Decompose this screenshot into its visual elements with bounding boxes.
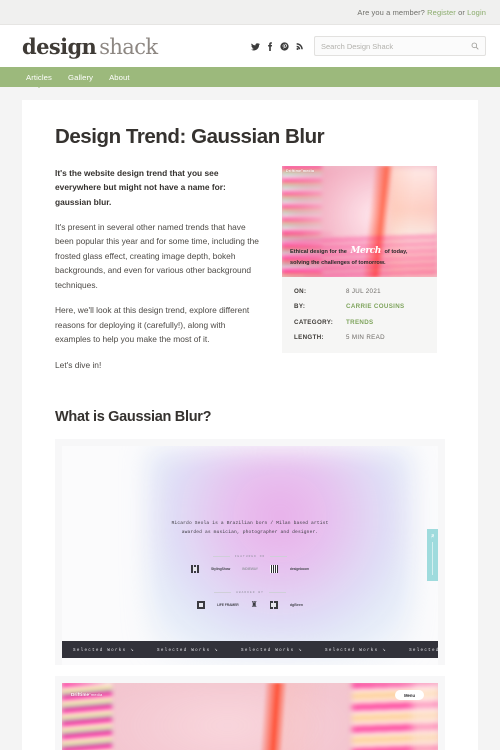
figure-driftime-screenshot: Driftime°media Menu	[55, 676, 445, 750]
masthead: design shack	[0, 25, 500, 67]
driftime-gradient-streak	[62, 683, 438, 750]
article-card: Design Trend: Gaussian Blur It's the web…	[22, 100, 478, 750]
meta-value-length: 5 MIN READ	[346, 334, 385, 342]
nav-item-articles-label: Articles	[26, 72, 53, 82]
meta-key-on: ON:	[294, 287, 307, 295]
figure-seola-side-tab-label: W.	[430, 534, 435, 540]
marquee-item: Selected Works ↘	[409, 648, 438, 653]
meta-value-on: 8 JUL 2021	[346, 287, 381, 295]
nav-item-about[interactable]: About	[109, 73, 130, 82]
figure-seola-headline-line-2: awarded as musician, photographer and de…	[181, 529, 319, 535]
figure-seola-awarded-label-row: AWARDED BY	[214, 591, 286, 594]
meta-row-category: CATEGORY: TRENDS	[294, 319, 425, 326]
marquee-item: Selected Works ↘	[241, 648, 304, 653]
figure-seola-content: Ricardo Seola is a Brazilian born / Mila…	[62, 446, 438, 665]
page-title: Design Trend: Gaussian Blur	[55, 125, 325, 148]
meta-row-by: BY: CARRIE COUSINS	[294, 303, 425, 310]
article-paragraph-3: Let's dive in!	[55, 359, 102, 370]
barcode-logo-icon	[269, 565, 278, 573]
figure-seola-canvas: Ricardo Seola is a Brazilian born / Mila…	[62, 446, 438, 666]
meta-value-author[interactable]: CARRIE COUSINS	[346, 303, 405, 310]
search-input[interactable]	[321, 41, 471, 51]
figure-seola-headline: Ricardo Seola is a Brazilian born / Mila…	[172, 520, 329, 537]
meta-key-length: LENGTH:	[294, 334, 324, 342]
article-paragraph-2: Here, we'll look at this design trend, e…	[55, 305, 250, 345]
membership-prompt: Are you a member? Register or Login	[357, 8, 486, 17]
meta-key-category: CATEGORY:	[294, 318, 334, 326]
site-logo-word-2: shack	[99, 34, 158, 59]
figure-seola-screenshot: Ricardo Seola is a Brazilian born / Mila…	[55, 439, 445, 666]
driftime-menu-button[interactable]: Menu	[395, 690, 424, 701]
site-logo[interactable]: design shack	[22, 34, 158, 59]
twitter-icon[interactable]	[251, 42, 260, 51]
rule-left-featured	[212, 556, 230, 557]
figure-seola-headline-line-1: Ricardo Seola is a Brazilian born / Mila…	[171, 521, 329, 527]
primary-nav: Articles Gallery About	[0, 67, 500, 87]
utility-bar: Are you a member? Register or Login	[0, 0, 500, 25]
feature-caption-part-2: of today,	[384, 249, 408, 255]
feature-caption-part-1: Ethical design for the	[290, 249, 347, 255]
or-separator: or	[458, 7, 465, 17]
rule-right-featured	[270, 556, 288, 557]
site-logo-word-1: design	[22, 33, 97, 59]
rule-right-awarded	[268, 592, 286, 593]
meta-row-length: LENGTH: 5 MIN READ	[294, 334, 425, 341]
driftime-brand-logo: Driftime°media	[71, 692, 102, 697]
designboom-logo: designboom	[289, 567, 310, 571]
grid-award-logo-icon	[269, 601, 278, 609]
marquee-item: Selected Works ↘	[157, 648, 220, 653]
figure-seola-awarded-logos: LIFE FRAMER ♜ dgBeen	[196, 600, 304, 609]
bird-statue-logo-icon: ♜	[250, 600, 258, 609]
driftime-brand-sub: °media	[89, 692, 103, 698]
search-box[interactable]	[314, 36, 486, 56]
indieway-logo: INDIEWAY	[242, 567, 258, 571]
figure-seola-marquee: Selected Works ↘ Selected Works ↘ Select…	[62, 641, 438, 659]
dgbeen-logo: dgBeen	[289, 603, 304, 607]
nav-item-gallery[interactable]: Gallery	[68, 73, 93, 82]
nav-item-gallery-label: Gallery	[68, 72, 94, 82]
figure-seola-featured-logos: StylingShow INDIEWAY designboom	[190, 565, 310, 573]
square-frame-logo-icon	[196, 601, 205, 609]
page-wrapper: Design Trend: Gaussian Blur It's the web…	[0, 87, 500, 750]
meta-row-on: ON: 8 JUL 2021	[294, 288, 425, 295]
figure-seola-side-tab-bar	[431, 542, 434, 576]
membership-label: Are you a member?	[357, 7, 425, 17]
feature-caption-line-2: solving the challenges of tomorrow.	[290, 259, 386, 266]
article-paragraph-1: It's present in several other named tren…	[55, 221, 259, 290]
article-sidebar: Driftime°media Ethical design for the Me…	[282, 165, 437, 354]
rule-left-awarded	[214, 592, 232, 593]
nav-item-articles[interactable]: Articles	[26, 73, 52, 82]
meta-value-category[interactable]: TRENDS	[346, 319, 374, 326]
marquee-item: Selected Works ↘	[73, 648, 136, 653]
figure-seola-awarded-label: AWARDED BY	[236, 591, 264, 594]
grid-logo-icon	[190, 565, 199, 573]
marquee-item: Selected Works ↘	[325, 648, 388, 653]
article-lede: It's the website design trend that you s…	[55, 167, 226, 207]
figure-driftime-canvas: Driftime°media Menu	[62, 683, 438, 750]
article-body: It's the website design trend that you s…	[55, 166, 262, 383]
feature-image-brand: Driftime°media	[286, 168, 315, 173]
figure-seola-featured-label-row: FEATURED ON	[212, 555, 288, 558]
login-link[interactable]: Login	[467, 8, 486, 17]
lifeframer-logo: LIFE FRAMER	[216, 603, 239, 607]
article-columns: It's the website design trend that you s…	[55, 165, 445, 383]
feature-caption-script-word: Merch	[350, 246, 381, 256]
stylingshow-logo: StylingShow	[210, 567, 231, 571]
driftime-brand-main: Driftime	[71, 692, 90, 698]
figure-seola-featured-label: FEATURED ON	[234, 555, 266, 558]
search-icon[interactable]	[471, 37, 479, 55]
feature-image: Driftime°media Ethical design for the Me…	[282, 165, 437, 277]
pinterest-icon[interactable]	[280, 41, 289, 51]
nav-item-about-label: About	[109, 72, 130, 82]
register-link[interactable]: Register	[427, 8, 456, 17]
section-heading-what-is-gaussian-blur: What is Gaussian Blur?	[55, 409, 212, 426]
rss-icon[interactable]	[296, 42, 304, 51]
feature-image-caption: Ethical design for the Merch of today, s…	[290, 245, 429, 268]
meta-key-by: BY:	[294, 303, 306, 311]
figure-seola-side-tab[interactable]: W.	[427, 529, 438, 582]
social-links	[251, 41, 304, 51]
masthead-right	[251, 36, 486, 56]
facebook-icon[interactable]	[267, 41, 273, 51]
article-meta-table: ON: 8 JUL 2021 BY: CARRIE COUSINS CATEGO…	[282, 276, 437, 354]
